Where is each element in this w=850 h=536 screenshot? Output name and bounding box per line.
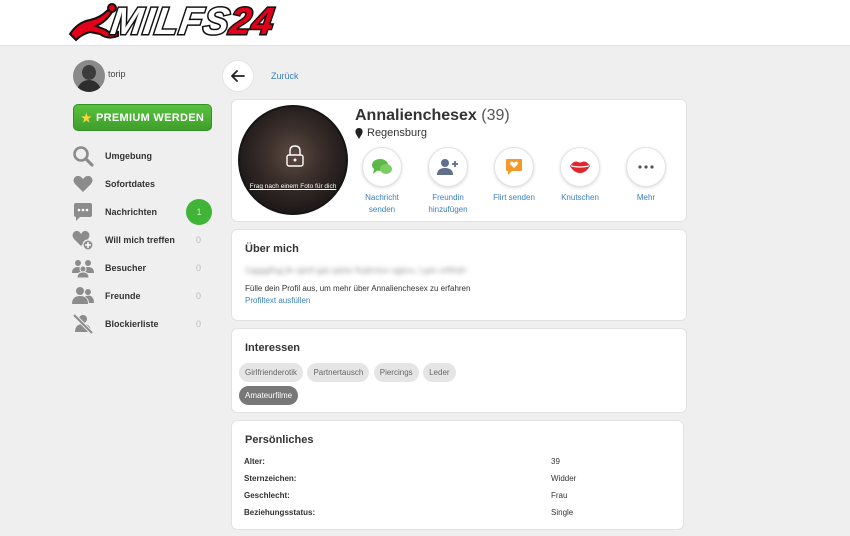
interest-tag-active[interactable]: Amateurfilme [239,386,299,405]
sidebar-nav: Umgebung Sofortdates Nachrichten 1 Will … [72,142,212,338]
profile-name: Annalienchesex (39) [355,107,510,124]
profile-location: Regensburg [355,127,427,139]
interest-tag[interactable]: Piercings [373,363,419,382]
location-pin-icon [355,127,363,139]
sidebar-item-count: 0 [195,235,201,245]
logo-text: MILFS24 [107,0,279,45]
star-icon: ★ [80,110,92,125]
heart-icon [73,175,93,192]
about-card: Über mich Ggjgjgjfhgj jfe rgbdf gjdj rgk… [231,229,687,321]
sidebar-item-label: Umgebung [105,151,152,161]
flirt-heart-icon [506,159,522,175]
sidebar-item-label: Besucher [105,263,147,273]
personal-card: Persönliches Alter: 39 Sternzeichen: Wid… [231,420,684,530]
interest-tags: Girlfrienderotik Partnertausch Piercings… [239,362,679,408]
sidebar-item-will-mich-treffen[interactable]: Will mich treffen 0 [72,226,212,254]
back-link[interactable]: Zurück [271,71,299,81]
add-friend-button[interactable]: Freundin hinzufügen [418,147,478,216]
interest-tag[interactable]: Girlfrienderotik [239,363,304,382]
personal-value: Frau [551,491,568,500]
back-button[interactable] [222,60,254,92]
sidebar-item-label: Will mich treffen [105,235,175,245]
sidebar-item-label: Blockierliste [105,319,159,329]
action-label: Knutschen [561,193,599,202]
top-bar: MILFS24 [0,0,850,46]
action-label: Flirt senden [493,193,535,202]
interests-title: Interessen [245,342,301,354]
username: torip [108,69,126,79]
premium-button[interactable]: ★ PREMIUM WERDEN [73,104,212,131]
site-logo[interactable]: MILFS24 [66,0,279,46]
unread-badge: 1 [186,199,212,225]
personal-value: Single [551,508,574,517]
sidebar-item-count: 0 [195,263,201,273]
lock-icon [286,145,304,167]
personal-key: Alter: [244,457,265,466]
lips-icon [570,161,590,173]
sidebar-item-label: Nachrichten [105,207,158,217]
action-label: Mehr [636,193,656,202]
personal-key: Beziehungsstatus: [244,508,316,517]
action-label: Freundin hinzufügen [428,193,468,214]
profile-photo[interactable]: Frag nach einem Foto für dich [238,105,348,215]
personal-key: Sternzeichen: [244,474,297,483]
visitors-icon [72,260,94,279]
interests-card: Interessen Girlfrienderotik Partnertausc… [231,328,687,413]
profile-card: Frag nach einem Foto für dich Annaliench… [231,99,687,222]
sidebar-item-label: Freunde [105,291,141,301]
kiss-button[interactable]: Knutschen [550,147,610,204]
send-message-button[interactable]: Nachricht senden [352,147,412,216]
sidebar-item-label: Sofortdates [105,179,156,189]
personal-title: Persönliches [245,434,314,446]
fill-profile-link[interactable]: Profiltext ausfüllen [245,296,310,305]
sidebar-item-umgebung[interactable]: Umgebung [72,142,212,170]
interest-tag[interactable]: Partnertausch [307,363,370,382]
personal-key: Geschlecht: [244,491,290,500]
avatar[interactable] [73,60,105,92]
send-flirt-button[interactable]: Flirt senden [484,147,544,204]
search-icon [73,146,94,167]
add-friend-icon [437,159,458,175]
personal-value: Widder [551,474,577,483]
sidebar-item-count: 0 [195,291,201,301]
friends-icon [72,287,94,304]
sidebar-item-blockierliste[interactable]: Blockierliste 0 [72,310,212,338]
sidebar-item-besucher[interactable]: Besucher 0 [72,254,212,282]
action-label: Nachricht senden [365,193,399,214]
message-icon [74,203,92,221]
interest-tag[interactable]: Leder [423,363,456,382]
more-dots-icon [638,165,654,169]
ask-photo-link[interactable]: Frag nach einem Foto für dich [240,182,346,191]
sidebar-item-freunde[interactable]: Freunde 0 [72,282,212,310]
sidebar-item-sofortdates[interactable]: Sofortdates [72,170,212,198]
profile-age: (39) [481,107,510,124]
about-prompt: Fülle dein Profil aus, um mehr über Anna… [245,284,471,293]
arrow-left-icon [231,70,245,82]
block-user-icon [72,313,94,335]
chat-bubbles-icon [372,159,392,174]
more-button[interactable]: Mehr [616,147,676,204]
premium-label: PREMIUM WERDEN [95,111,205,124]
sidebar-item-count: 0 [195,319,201,329]
blurred-profile-text: Ggjgjgjfhgj jfe rgbdf gjdj rgkjhjr flrjd… [245,266,467,275]
heart-add-icon [72,230,94,251]
about-title: Über mich [245,243,299,255]
sidebar-user[interactable]: torip [73,60,126,92]
sidebar-item-nachrichten[interactable]: Nachrichten 1 [72,198,212,226]
personal-value: 39 [551,457,560,466]
